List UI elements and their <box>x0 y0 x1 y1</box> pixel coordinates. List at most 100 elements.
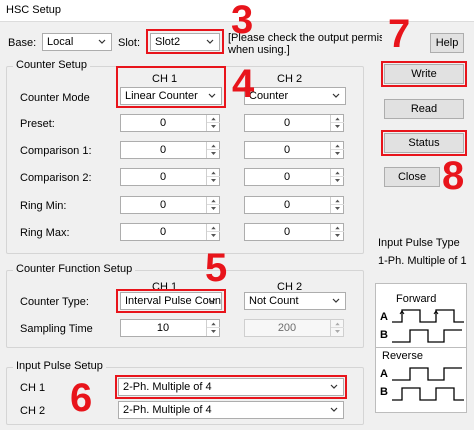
sampling-time-label: Sampling Time <box>20 323 93 335</box>
spin-up-icon[interactable] <box>207 169 220 177</box>
preset-ch1-value: 0 <box>159 117 167 129</box>
ring-min-ch1-stepper[interactable]: 0 <box>120 196 220 214</box>
sampling-time-ch2-stepper: 200 <box>244 319 344 337</box>
chevron-down-icon <box>332 298 340 303</box>
ring-min-label: Ring Min: <box>20 200 67 212</box>
pulse-ch2-label: CH 2 <box>20 405 46 417</box>
output-permission-note-line2: when using.] <box>228 44 290 56</box>
chevron-down-icon <box>98 39 106 44</box>
forward-label: Forward <box>396 293 437 305</box>
annotation-8: 8 <box>442 154 465 198</box>
reverse-waveform-icon <box>392 367 464 401</box>
chevron-down-icon <box>330 407 338 412</box>
pulse-ch2-value: 2-Ph. Multiple of 4 <box>123 404 212 416</box>
pulse-divider <box>376 347 466 348</box>
comparison1-ch1-value: 0 <box>159 144 167 156</box>
comparison1-label: Comparison 1: <box>20 145 92 157</box>
sampling-time-ch1-stepper[interactable]: 10 <box>120 319 220 337</box>
spin-up-icon[interactable] <box>331 169 344 177</box>
spin-down-icon[interactable] <box>207 150 220 158</box>
spin-down-icon[interactable] <box>207 177 220 185</box>
comparison1-ch2-stepper[interactable]: 0 <box>244 141 344 159</box>
counter-setup-title: Counter Setup <box>13 59 90 71</box>
ring-max-ch1-value: 0 <box>159 226 167 238</box>
pulse-ch2-select[interactable]: 2-Ph. Multiple of 4 <box>118 401 344 419</box>
spin-up-icon[interactable] <box>207 320 220 328</box>
spin-up-icon[interactable] <box>207 142 220 150</box>
annotation-4: 4 <box>232 62 255 106</box>
spin-up-icon[interactable] <box>207 224 220 232</box>
forward-waveform-icon <box>392 309 464 343</box>
spin-down-icon[interactable] <box>331 150 344 158</box>
comparison1-ch2-value: 0 <box>283 144 291 156</box>
close-button[interactable]: Close <box>384 167 440 187</box>
sampling-time-ch2-value: 200 <box>277 322 297 334</box>
base-value: Local <box>47 36 74 48</box>
spin-down-icon[interactable] <box>331 232 344 240</box>
forward-b-label: B <box>380 329 388 341</box>
spin-down-icon <box>335 330 340 333</box>
slot-highlight <box>146 29 224 54</box>
help-button[interactable]: Help <box>430 33 464 53</box>
spin-down-icon[interactable] <box>331 123 344 131</box>
window-title: HSC Setup <box>6 4 62 16</box>
spin-down-icon[interactable] <box>207 232 220 240</box>
pulse-diagram: Forward A B Reverse A B <box>375 283 467 413</box>
reverse-a-label: A <box>380 368 388 380</box>
spin-up-icon[interactable] <box>331 142 344 150</box>
counter-type-label: Counter Type: <box>20 296 89 308</box>
base-label: Base: <box>8 37 37 49</box>
ring-min-ch2-value: 0 <box>283 199 291 211</box>
counter-type-ch2-value: Not Count <box>249 295 299 307</box>
annotation-5: 5 <box>205 246 228 290</box>
preset-label: Preset: <box>20 118 55 130</box>
comparison2-ch1-value: 0 <box>159 171 167 183</box>
slot-label: Slot: <box>118 37 141 49</box>
base-select[interactable]: Local <box>42 33 112 51</box>
comparison2-label: Comparison 2: <box>20 172 92 184</box>
spin-down-icon[interactable] <box>207 328 220 336</box>
spin-up-icon[interactable] <box>207 115 220 123</box>
spin-up-icon[interactable] <box>207 197 220 205</box>
pulse-ch1-label: CH 1 <box>20 382 46 394</box>
input-pulse-title: Input Pulse Setup <box>13 360 106 372</box>
spin-up-icon[interactable] <box>331 115 344 123</box>
read-button[interactable]: Read <box>384 99 464 119</box>
spin-down-icon[interactable] <box>207 123 220 131</box>
spin-up-icon[interactable] <box>331 224 344 232</box>
ring-min-ch2-stepper[interactable]: 0 <box>244 196 344 214</box>
pulse-ch1-highlight <box>115 375 347 399</box>
counter-mode-ch2-value: Counter <box>249 90 289 102</box>
spin-down-icon[interactable] <box>331 177 344 185</box>
preset-ch2-stepper[interactable]: 0 <box>244 114 344 132</box>
annotation-3: 3 <box>231 0 254 42</box>
comparison2-ch2-stepper[interactable]: 0 <box>244 168 344 186</box>
ring-min-ch1-value: 0 <box>159 199 167 211</box>
ring-max-ch2-value: 0 <box>283 226 291 238</box>
counter-mode-ch2-select[interactable]: Counter <box>244 87 346 105</box>
reverse-label: Reverse <box>382 350 423 362</box>
ring-max-ch2-stepper[interactable]: 0 <box>244 223 344 241</box>
sampling-time-ch1-value: 10 <box>156 322 170 334</box>
counter-mode-label: Counter Mode <box>20 92 90 104</box>
comparison2-ch2-value: 0 <box>283 171 291 183</box>
counter-type-highlight <box>116 289 226 313</box>
counter-function-title: Counter Function Setup <box>13 263 136 275</box>
ring-max-ch1-stepper[interactable]: 0 <box>120 223 220 241</box>
comparison1-ch1-stepper[interactable]: 0 <box>120 141 220 159</box>
ring-max-label: Ring Max: <box>20 227 70 239</box>
comparison2-ch1-stepper[interactable]: 0 <box>120 168 220 186</box>
chevron-down-icon <box>332 93 340 98</box>
ch2-header: CH 2 <box>277 73 303 85</box>
pulse-type-value: 1-Ph. Multiple of 1 <box>378 255 467 267</box>
pulse-type-title: Input Pulse Type <box>378 237 460 249</box>
annotation-7: 7 <box>388 12 411 56</box>
spin-up-icon <box>331 322 344 328</box>
counter-type-ch2-select[interactable]: Not Count <box>244 292 346 310</box>
preset-ch1-stepper[interactable]: 0 <box>120 114 220 132</box>
spin-down-icon[interactable] <box>331 205 344 213</box>
write-highlight <box>381 61 467 87</box>
annotation-6: 6 <box>70 376 93 420</box>
spin-down-icon[interactable] <box>207 205 220 213</box>
spin-up-icon[interactable] <box>331 197 344 205</box>
